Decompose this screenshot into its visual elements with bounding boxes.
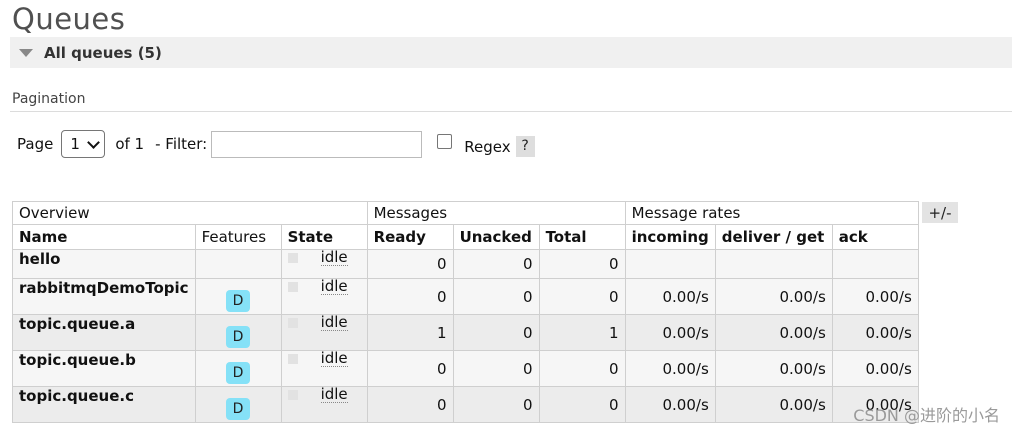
column-header-ready[interactable]: Ready (366, 224, 454, 250)
queue-name-link[interactable]: topic.queue.c (12, 386, 196, 423)
unacked-value: 0 (452, 350, 540, 387)
pagination-label: Pagination (12, 91, 86, 107)
page-select-value: 1 (70, 135, 80, 153)
incoming-rate (624, 249, 716, 279)
ready-value: 0 (366, 278, 454, 315)
ack-rate: 0.00/s (831, 278, 919, 315)
state-cell: idle (280, 385, 368, 423)
ack-rate: 0.00/s (831, 350, 919, 387)
chevron-down-icon (87, 135, 101, 149)
incoming-rate: 0.00/s (624, 278, 716, 315)
state-label: idle (320, 349, 348, 367)
column-toggle-button[interactable]: +/- (922, 202, 958, 223)
features-cell: D (194, 314, 282, 351)
queue-name-link[interactable]: rabbitmqDemoTopic (12, 278, 196, 315)
queues-table: Overview Messages Message rates Name Fea… (12, 201, 919, 423)
collapse-triangle-icon (19, 48, 33, 57)
page-count-label: of 1 (115, 135, 145, 153)
column-header-total[interactable]: Total (538, 224, 626, 250)
incoming-rate: 0.00/s (624, 314, 716, 351)
page-label: Page (17, 135, 54, 153)
durable-badge: D (226, 361, 251, 384)
queue-name-link[interactable]: topic.queue.b (12, 350, 196, 387)
table-row: topic.queue.b D idle 0 0 0 0.00/s 0.00/s… (12, 349, 919, 387)
group-messages: Messages (366, 201, 626, 225)
features-cell (194, 249, 282, 279)
state-indicator (287, 253, 298, 263)
section-label: All queues (5) (44, 43, 162, 62)
regex-label: Regex (464, 137, 511, 156)
column-header-deliver-get[interactable]: deliver / get (714, 224, 833, 250)
queue-name-link[interactable]: topic.queue.a (12, 314, 196, 351)
queue-name-link[interactable]: hello (12, 249, 196, 279)
deliver-get-rate: 0.00/s (714, 350, 833, 387)
durable-badge: D (226, 325, 251, 348)
regex-help-button[interactable]: ? (515, 135, 535, 157)
column-header-ack[interactable]: ack (831, 224, 919, 250)
state-cell: idle (280, 313, 368, 351)
ack-rate (831, 249, 919, 279)
unacked-value: 0 (452, 249, 540, 279)
divider (10, 111, 1012, 112)
ready-value: 0 (366, 350, 454, 387)
column-header-features: Features (194, 224, 282, 250)
total-value: 0 (538, 350, 626, 387)
total-value: 0 (538, 249, 626, 279)
unacked-value: 0 (452, 278, 540, 315)
column-header-name[interactable]: Name (12, 224, 196, 250)
state-indicator (287, 318, 298, 328)
state-label: idle (320, 385, 348, 403)
deliver-get-rate: 0.00/s (714, 314, 833, 351)
features-cell: D (194, 386, 282, 423)
incoming-rate: 0.00/s (624, 350, 716, 387)
state-label: idle (320, 248, 348, 266)
page-select[interactable]: 1 (61, 130, 106, 158)
pagination-controls: Page 1 of 1 - Filter: Regex ? (17, 129, 535, 159)
unacked-value: 0 (452, 314, 540, 351)
state-indicator (287, 354, 298, 364)
table-row: topic.queue.c D idle 0 0 0 0.00/s 0.00/s… (12, 385, 919, 423)
ack-rate: 0.00/s (831, 314, 919, 351)
all-queues-section-toggle[interactable]: All queues (5) (10, 37, 1012, 68)
regex-checkbox[interactable] (437, 133, 453, 149)
group-message-rates: Message rates (624, 201, 919, 225)
deliver-get-rate: 0.00/s (714, 386, 833, 423)
column-header-state[interactable]: State (280, 224, 368, 250)
total-value: 1 (538, 314, 626, 351)
total-value: 0 (538, 278, 626, 315)
durable-badge: D (226, 397, 251, 420)
state-indicator (287, 390, 298, 400)
state-label: idle (320, 313, 348, 331)
group-overview: Overview (12, 201, 368, 225)
ready-value: 0 (366, 249, 454, 279)
table-row: topic.queue.a D idle 1 0 1 0.00/s 0.00/s… (12, 313, 919, 351)
state-cell: idle (280, 349, 368, 387)
features-cell: D (194, 278, 282, 315)
deliver-get-rate (714, 249, 833, 279)
incoming-rate: 0.00/s (624, 386, 716, 423)
deliver-get-rate: 0.00/s (714, 278, 833, 315)
watermark: CSDN @进阶的小名 (853, 406, 1000, 425)
table-row: hello idle 0 0 0 (12, 248, 919, 279)
state-label: idle (320, 277, 348, 295)
column-header-unacked[interactable]: Unacked (452, 224, 540, 250)
features-cell: D (194, 350, 282, 387)
unacked-value: 0 (452, 386, 540, 423)
state-cell: idle (280, 277, 368, 315)
filter-input[interactable] (211, 130, 423, 158)
filter-label: - Filter: (155, 135, 208, 153)
total-value: 0 (538, 386, 626, 423)
durable-badge: D (226, 289, 251, 312)
ready-value: 1 (366, 314, 454, 351)
column-header-incoming[interactable]: incoming (624, 224, 716, 250)
state-indicator (287, 282, 298, 292)
ready-value: 0 (366, 386, 454, 423)
table-row: rabbitmqDemoTopic D idle 0 0 0 0.00/s 0.… (12, 277, 919, 315)
state-cell: idle (280, 248, 368, 279)
page-title: Queues (12, 2, 126, 36)
